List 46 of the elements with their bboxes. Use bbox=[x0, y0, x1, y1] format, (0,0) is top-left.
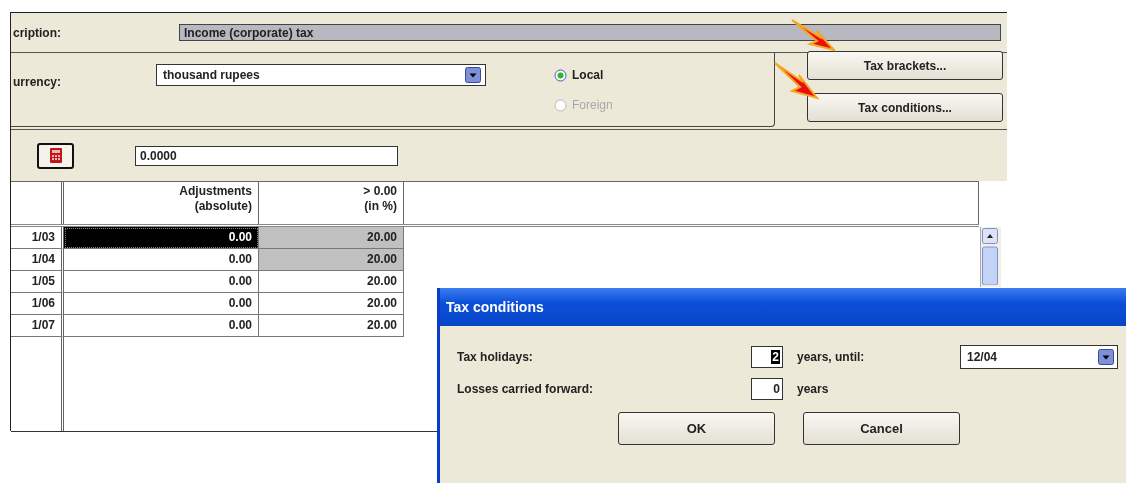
dropdown-value: thousand rupees bbox=[163, 68, 260, 82]
table-cell[interactable]: 0.00 bbox=[64, 271, 259, 293]
dialog-title: Tax conditions bbox=[440, 288, 1126, 326]
period-cell: 1/06 bbox=[11, 293, 64, 315]
currency-dropdown[interactable]: thousand rupees bbox=[156, 64, 486, 86]
description-field: Income (corporate) tax bbox=[179, 24, 1001, 41]
period-cell: 1/05 bbox=[11, 271, 64, 293]
dialog-button[interactable]: Tax brackets... bbox=[807, 51, 1003, 80]
rate-field[interactable]: 0.0000 bbox=[135, 145, 398, 166]
dialog-button[interactable]: Cancel bbox=[803, 412, 960, 445]
table-cell[interactable]: 0.00 bbox=[64, 249, 259, 271]
dropdown-value: 12/04 bbox=[967, 350, 998, 364]
table-cell[interactable]: 0.00 bbox=[64, 293, 259, 315]
field-label: Losses carried forward: bbox=[457, 382, 595, 396]
column-header: Adjustments (absolute) bbox=[64, 182, 259, 224]
table-cell[interactable]: 20.00 bbox=[259, 315, 404, 337]
field-label: Tax holidays: bbox=[457, 350, 534, 364]
until-dropdown[interactable]: 12/04 bbox=[960, 345, 1118, 369]
dialog-button[interactable]: Tax conditions... bbox=[807, 93, 1003, 122]
scroll-up-icon[interactable] bbox=[981, 227, 999, 245]
period-cell: 1/07 bbox=[11, 315, 64, 337]
radio-label: Foreign bbox=[572, 98, 613, 112]
annotation-arrow bbox=[773, 60, 819, 100]
years-field[interactable]: 2 bbox=[751, 346, 783, 368]
annotation-arrow bbox=[790, 17, 836, 52]
scrollbar[interactable] bbox=[980, 227, 1001, 287]
table-cell[interactable]: 20.00 bbox=[259, 293, 404, 315]
calculator-icon bbox=[49, 148, 62, 163]
table-cell[interactable]: 0.00 bbox=[64, 227, 259, 249]
field-label: urrency: bbox=[12, 75, 63, 89]
years-field[interactable]: 0 bbox=[751, 378, 783, 400]
field-label: years, until: bbox=[797, 350, 866, 364]
table-cell[interactable]: 20.00 bbox=[259, 271, 404, 293]
calculator-button[interactable] bbox=[37, 142, 74, 169]
column-header: > 0.00 (in %) bbox=[259, 182, 404, 224]
radio-button[interactable] bbox=[554, 68, 567, 82]
period-cell: 1/03 bbox=[11, 227, 64, 249]
field-label: years bbox=[797, 382, 830, 396]
scroll-thumb[interactable] bbox=[981, 245, 999, 285]
table-cell[interactable]: 0.00 bbox=[64, 315, 259, 337]
table-cell[interactable]: 20.00 bbox=[259, 249, 404, 271]
radio-label: Local bbox=[572, 68, 604, 82]
table-cell[interactable]: 20.00 bbox=[259, 227, 404, 249]
period-cell: 1/04 bbox=[11, 249, 64, 271]
field-label: cription: bbox=[12, 25, 62, 40]
dialog-button[interactable]: OK bbox=[618, 412, 775, 445]
